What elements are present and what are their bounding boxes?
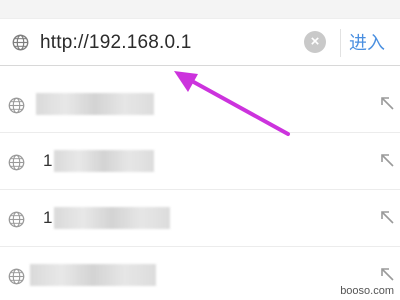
browser-screen: http://192.168.0.1 × 进入 1 1 booso.com (0, 0, 400, 300)
arrow-up-left-icon[interactable] (378, 94, 396, 112)
close-circle-icon: × (310, 33, 320, 50)
redacted-text (36, 93, 154, 115)
watermark: booso.com (340, 285, 394, 297)
suggestion-item[interactable] (0, 76, 400, 133)
suggestion-text: 1 (43, 208, 53, 227)
arrow-up-left-icon[interactable] (378, 151, 396, 169)
redacted-text (30, 264, 156, 286)
globe-icon (8, 97, 25, 114)
clear-button[interactable]: × (304, 31, 326, 53)
address-bar: http://192.168.0.1 × 进入 (0, 18, 400, 66)
suggestion-list: 1 1 (0, 74, 400, 300)
globe-icon (8, 211, 25, 228)
suggestion-item[interactable]: 1 (0, 133, 400, 190)
divider (340, 29, 341, 57)
globe-icon (8, 268, 25, 285)
redacted-text (54, 207, 170, 229)
arrow-up-left-icon[interactable] (378, 265, 396, 283)
redacted-text (54, 150, 154, 172)
top-strip (0, 0, 400, 18)
globe-icon (12, 34, 29, 51)
suggestion-item[interactable]: 1 (0, 190, 400, 247)
enter-button[interactable]: 进入 (349, 29, 395, 57)
globe-icon (8, 154, 25, 171)
suggestion-text: 1 (43, 151, 53, 170)
url-input[interactable]: http://192.168.0.1 (40, 29, 295, 57)
arrow-up-left-icon[interactable] (378, 208, 396, 226)
